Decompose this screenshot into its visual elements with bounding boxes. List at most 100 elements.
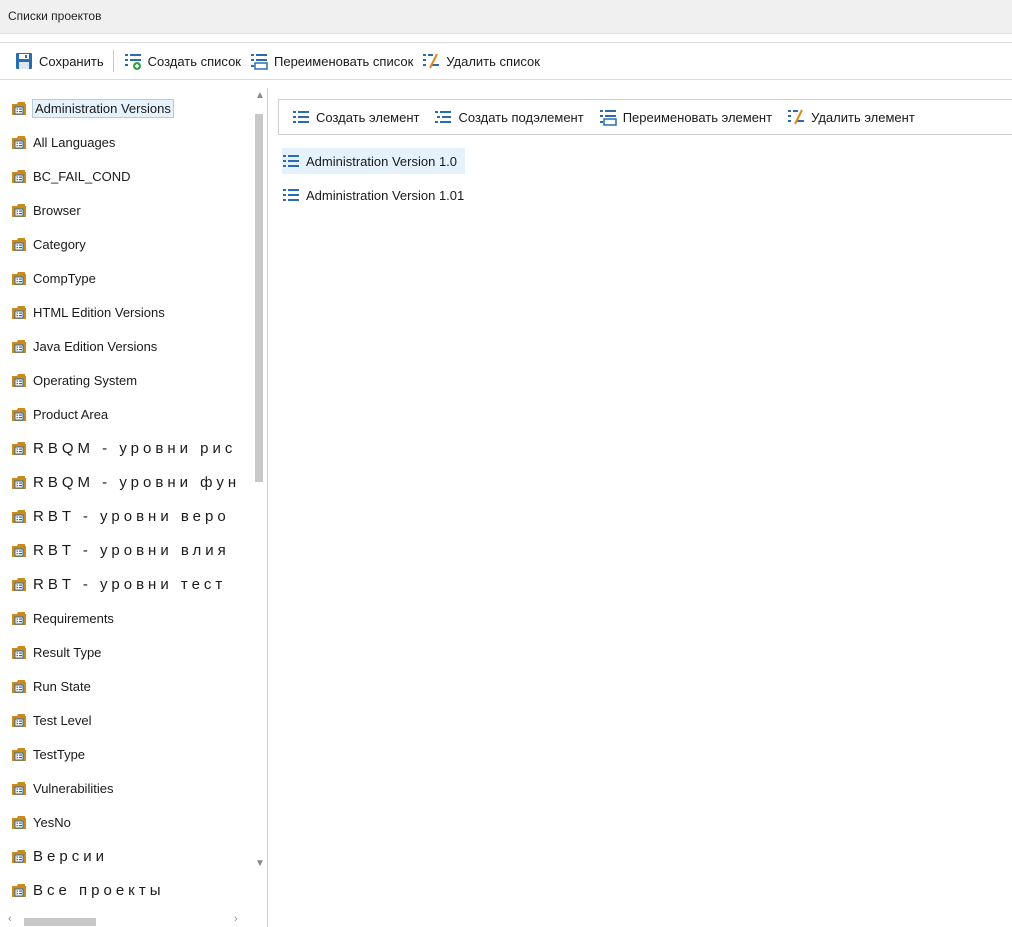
list-item-label: Administration Versions — [32, 98, 174, 118]
list-folder-icon — [10, 99, 28, 117]
list-item-label: BC_FAIL_COND — [33, 168, 131, 184]
save-button[interactable]: Сохранить — [10, 48, 108, 74]
delete-list-icon — [421, 51, 441, 71]
toolbar-separator — [112, 50, 114, 72]
list-folder-icon — [10, 813, 28, 831]
list-item[interactable]: Все проекты — [10, 878, 165, 902]
list-item[interactable]: Category — [10, 232, 86, 256]
vertical-scroll-thumb[interactable] — [255, 114, 263, 482]
scroll-up-arrow-icon[interactable]: ▲ — [255, 90, 265, 101]
delete-element-button[interactable]: Удалить элемент — [782, 104, 919, 130]
rename-element-icon — [598, 107, 618, 127]
list-item[interactable]: YesNo — [10, 810, 71, 834]
horizontal-scroll-thumb[interactable] — [24, 918, 96, 926]
list-folder-icon — [10, 269, 28, 287]
list-item-label: Test Level — [33, 712, 92, 728]
list-folder-icon — [10, 405, 28, 423]
create-subelement-icon — [433, 107, 453, 127]
list-item-label: Все проекты — [33, 881, 165, 899]
list-toolbar: Сохранить Создать список Переименовать с… — [0, 42, 1012, 80]
rename-list-button[interactable]: Переименовать список — [245, 48, 417, 74]
create-subelement-label: Создать подэлемент — [458, 109, 584, 125]
scroll-left-arrow-icon[interactable]: ‹ — [8, 913, 12, 925]
list-folder-icon — [10, 235, 28, 253]
list-item[interactable]: Administration Versions — [10, 96, 174, 120]
list-item-label: Result Type — [33, 644, 102, 660]
element-list-icon — [282, 152, 300, 170]
list-item[interactable]: BC_FAIL_COND — [10, 164, 131, 188]
create-list-button[interactable]: Создать список — [119, 48, 245, 74]
element-item-label: Administration Version 1.01 — [306, 187, 465, 203]
list-item-label: CompType — [33, 270, 96, 286]
list-folder-icon — [10, 847, 28, 865]
element-toolbar: Создать элемент Создать подэлемент Переи… — [278, 99, 1012, 135]
list-item[interactable]: Browser — [10, 198, 81, 222]
list-item[interactable]: Operating System — [10, 368, 137, 392]
elements-pane: Создать элемент Создать подэлемент Переи… — [268, 88, 1012, 927]
list-folder-icon — [10, 541, 28, 559]
save-icon — [14, 51, 34, 71]
list-item[interactable]: RBT - уровни тест — [10, 572, 226, 596]
list-item[interactable]: Версии — [10, 844, 108, 868]
list-folder-icon — [10, 507, 28, 525]
list-folder-icon — [10, 201, 28, 219]
list-item-label: Java Edition Versions — [33, 338, 158, 354]
list-folder-icon — [10, 881, 28, 899]
horizontal-scrollbar[interactable]: ‹ › — [0, 913, 252, 927]
list-item[interactable]: HTML Edition Versions — [10, 300, 165, 324]
element-item[interactable]: Administration Version 1.01 — [282, 182, 464, 208]
list-folder-icon — [10, 337, 28, 355]
list-item-label: TestType — [33, 746, 86, 762]
list-folder-icon — [10, 473, 28, 491]
list-item-label: YesNo — [33, 814, 71, 830]
list-item-label: Run State — [33, 678, 91, 694]
list-item[interactable]: RBQM - уровни фун — [10, 470, 240, 494]
element-item[interactable]: Administration Version 1.0 — [282, 148, 466, 174]
list-item[interactable]: All Languages — [10, 130, 115, 154]
list-item[interactable]: TestType — [10, 742, 85, 766]
list-folder-icon — [10, 303, 28, 321]
list-item-label: Browser — [33, 202, 81, 218]
element-list-icon — [282, 186, 300, 204]
create-list-label: Создать список — [147, 53, 241, 69]
list-folder-icon — [10, 779, 28, 797]
list-item[interactable]: Product Area — [10, 402, 108, 426]
delete-element-label: Удалить элемент — [811, 109, 915, 125]
list-item[interactable]: RBT - уровни влия — [10, 538, 230, 562]
vertical-scrollbar[interactable]: ▲ ▼ — [252, 88, 266, 913]
list-item[interactable]: CompType — [10, 266, 96, 290]
rename-element-label: Переименовать элемент — [622, 109, 773, 125]
list-item-label: RBQM - уровни фун — [33, 473, 241, 491]
list-item-label: Product Area — [33, 406, 109, 422]
list-item-label: RBT - уровни веро — [33, 507, 230, 525]
list-folder-icon — [10, 575, 28, 593]
list-item-label: Vulnerabilities — [33, 780, 114, 796]
list-item[interactable]: Vulnerabilities — [10, 776, 113, 800]
save-label: Сохранить — [39, 53, 104, 69]
list-item[interactable]: Test Level — [10, 708, 92, 732]
list-item[interactable]: Run State — [10, 674, 91, 698]
list-folder-icon — [10, 371, 28, 389]
list-item[interactable]: RBQM - уровни рис — [10, 436, 236, 460]
list-item-label: RBT - уровни влия — [33, 541, 230, 559]
delete-element-icon — [786, 107, 806, 127]
lists-pane: Administration Versions All Languages BC_F… — [0, 88, 268, 927]
scroll-right-arrow-icon[interactable]: › — [234, 913, 238, 925]
list-folder-icon — [10, 609, 28, 627]
create-element-label: Создать элемент — [316, 109, 420, 125]
create-list-icon — [123, 51, 143, 71]
rename-list-icon — [249, 51, 269, 71]
create-element-button[interactable]: Создать элемент — [287, 104, 423, 130]
rename-element-button[interactable]: Переименовать элемент — [594, 104, 776, 130]
list-item-label: All Languages — [33, 134, 116, 150]
list-item[interactable]: RBT - уровни веро — [10, 504, 230, 528]
create-subelement-button[interactable]: Создать подэлемент — [429, 104, 587, 130]
list-item-label: HTML Edition Versions — [33, 304, 165, 320]
delete-list-button[interactable]: Удалить список — [417, 48, 544, 74]
create-element-icon — [291, 107, 311, 127]
list-item-label: Operating System — [33, 372, 138, 388]
scroll-down-arrow-icon[interactable]: ▼ — [255, 858, 265, 869]
list-item[interactable]: Java Edition Versions — [10, 334, 157, 358]
list-item[interactable]: Result Type — [10, 640, 101, 664]
list-item[interactable]: Requirements — [10, 606, 114, 630]
